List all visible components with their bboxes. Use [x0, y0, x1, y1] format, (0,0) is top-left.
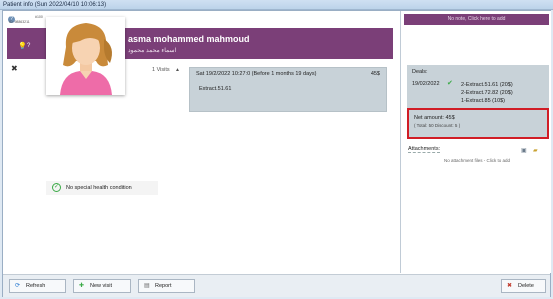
window-titlebar: Patient info (Sun 2022/04/10 10:06:13) — [0, 0, 553, 10]
deal-line: 2-Extract.51.61 (20$) — [461, 82, 513, 88]
check-icon: ✓ — [52, 183, 61, 192]
visit-header: Sat 19/2/2022 10:27:0 (Before 1 months 1… — [196, 71, 317, 77]
file-number: #100 — [35, 15, 43, 19]
net-amount-detail: ( Total: 50 Discount: 5 ) — [414, 123, 461, 128]
patient-info-window: ? #100 ID: 98863211 💡 ? asma mohammed ma… — [2, 10, 551, 297]
refresh-icon: ⟳ — [15, 283, 21, 289]
patient-name-arabic: اسماء محمد محمود — [128, 48, 177, 54]
right-pane: No note, Click here to add Deals: 19/02/… — [400, 11, 551, 273]
check-icon: ✔ — [447, 80, 453, 87]
refresh-button[interactable]: ⟳ Refresh — [9, 279, 66, 293]
health-condition-text: No special health condition — [66, 185, 132, 191]
deal-lines: 2-Extract.51.61 (20$) 2-Extract.72.82 (2… — [461, 81, 513, 105]
patient-meta: ? #100 ID: 98863211 — [3, 11, 43, 29]
report-label: Report — [155, 283, 172, 289]
report-button[interactable]: ▤ Report — [138, 279, 195, 293]
net-amount: Net amount: 45$ — [414, 115, 455, 121]
bottom-toolbar: ⟳ Refresh ✚ New visit ▤ Report ✖ Delete — [3, 274, 550, 297]
question-icon[interactable]: ? — [27, 43, 30, 49]
tools-icon[interactable]: ✖ — [11, 64, 18, 73]
add-icon: ✚ — [79, 283, 85, 289]
new-visit-label: New visit — [90, 283, 113, 289]
no-attachments-text[interactable]: No attachment files - Click to add — [409, 158, 545, 163]
patient-header: 💡 ? asma mohammed mahmoud اسماء محمد محم… — [7, 17, 393, 95]
attachments-label: Attachments: — [408, 146, 441, 153]
patient-name: asma mohammed mahmoud — [128, 34, 250, 44]
patient-id: ID: 98863211 — [9, 20, 30, 24]
visit-card[interactable]: Sat 19/2/2022 10:27:0 (Before 1 months 1… — [189, 67, 387, 112]
net-amount-panel: Net amount: 45$ ( Total: 50 Discount: 5 … — [407, 108, 549, 139]
delete-button[interactable]: ✖ Delete — [501, 279, 546, 293]
deal-line: 2-Extract.72.82 (20$) — [461, 90, 513, 96]
sort-arrow-icon[interactable]: ▲ — [175, 67, 180, 73]
folder-icon[interactable]: ▰ — [533, 147, 538, 154]
report-icon: ▤ — [144, 283, 150, 289]
avatar-image — [60, 23, 112, 95]
note-field[interactable]: No note, Click here to add — [404, 14, 549, 25]
deals-title: Deals: — [412, 69, 428, 75]
deals-panel: Deals: 19/02/2022 ✔ 2-Extract.51.61 (20$… — [407, 65, 549, 113]
new-visit-button[interactable]: ✚ New visit — [73, 279, 131, 293]
user-delete-icon: ✖ — [507, 283, 513, 289]
refresh-label: Refresh — [26, 283, 46, 289]
deal-line: 1-Extract.85 (10$) — [461, 98, 506, 104]
deal-date: 19/02/2022 — [412, 81, 440, 87]
scan-icon[interactable]: ▣ — [521, 147, 527, 154]
visit-procedure: Extract.51.61 — [199, 86, 232, 92]
visit-price: 45$ — [370, 71, 380, 77]
health-condition[interactable]: ✓ No special health condition — [46, 181, 158, 195]
delete-label: Delete — [518, 283, 534, 289]
visits-count: 1 Visits — [152, 67, 170, 73]
bulb-icon[interactable]: 💡 — [18, 42, 27, 50]
avatar[interactable] — [46, 17, 125, 95]
